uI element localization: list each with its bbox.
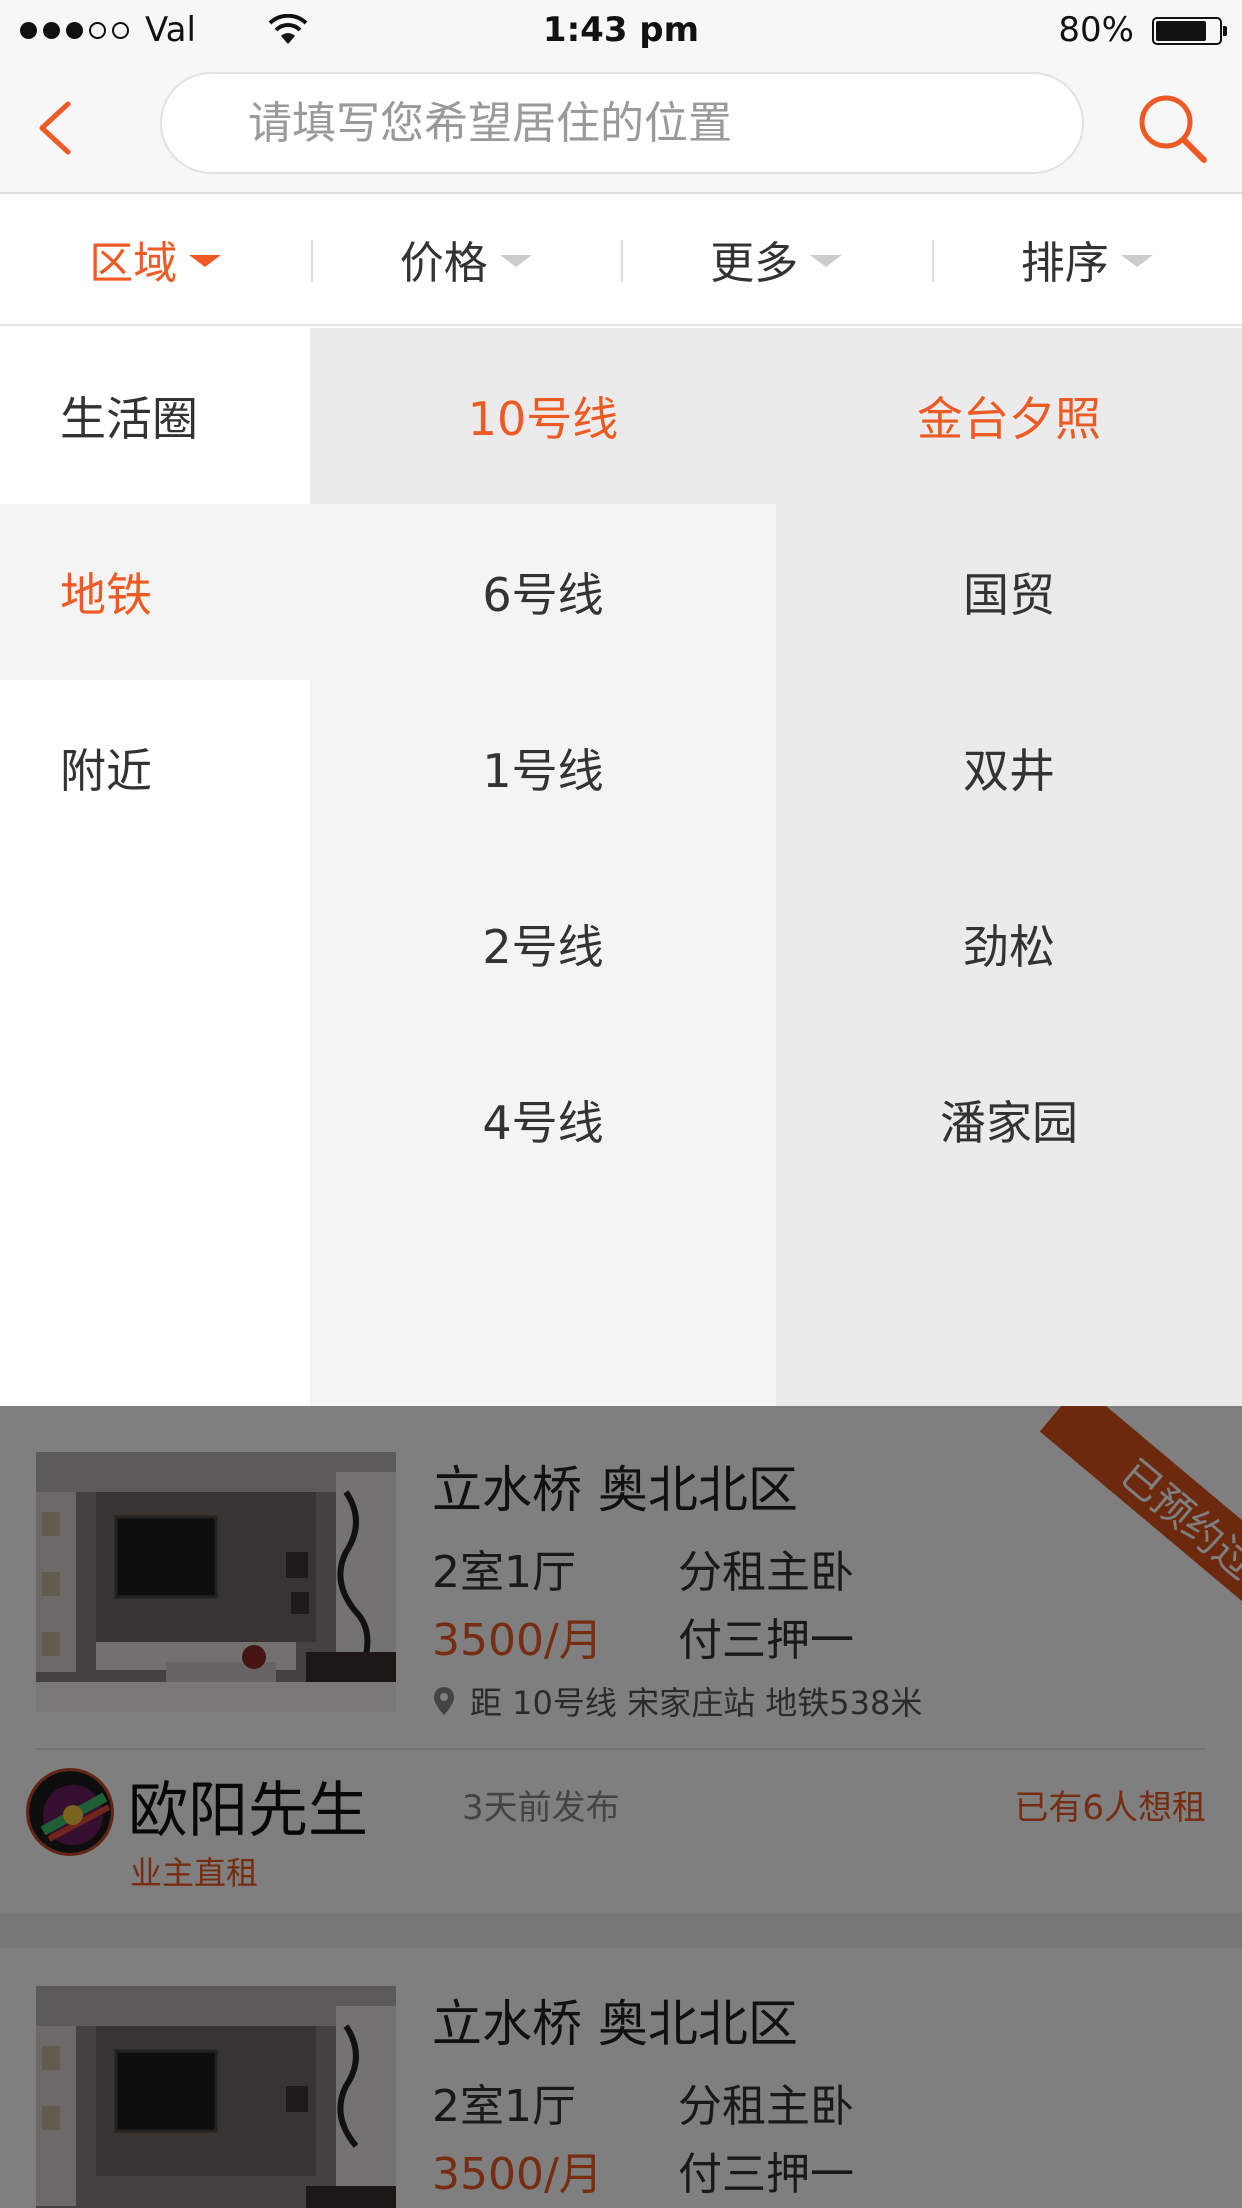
area-dropdown: 生活圈 地铁 附近 10号线 6号线 1号线 2号线 4号线 金台夕照 国贸 双… [0,328,1242,1406]
dropdown-backdrop[interactable] [0,1406,1242,2208]
category-item-subway[interactable]: 地铁 [0,504,310,680]
filter-tab-label: 排序 [1020,238,1109,289]
station-item[interactable]: 潘家园 [776,1032,1242,1208]
search-box[interactable] [160,72,1084,174]
caret-down-icon [1120,255,1153,267]
nav-bar [0,62,1242,194]
line-item[interactable]: 4号线 [310,1032,776,1208]
filter-tab-price[interactable]: 价格 [310,194,622,324]
category-item-life-circle[interactable]: 生活圈 [0,328,310,504]
filter-tab-label: 更多 [710,238,799,289]
station-item[interactable]: 劲松 [776,856,1242,1032]
caret-down-icon [810,255,843,267]
station-item[interactable]: 国贸 [776,504,1242,680]
category-column: 生活圈 地铁 附近 [0,328,310,1406]
status-bar: Val 1:43 pm 80% [0,0,1242,62]
clock: 1:43 pm [542,10,700,50]
category-item-nearby[interactable]: 附近 [0,680,310,856]
filter-tab-area[interactable]: 区域 [0,194,311,324]
line-item[interactable]: 10号线 [310,328,776,504]
station-column: 金台夕照 国贸 双井 劲松 潘家园 [776,328,1242,1406]
filter-tab-label: 区域 [89,238,178,289]
battery-nub [1223,26,1227,36]
chevron-left-icon[interactable] [30,96,80,160]
filter-bar: 区域 价格 更多 排序 [0,194,1242,326]
battery-icon [1152,17,1227,45]
battery-percent: 80% [1058,10,1134,50]
caret-down-icon [499,255,532,267]
filter-tab-sort[interactable]: 排序 [931,194,1242,324]
filter-tab-more[interactable]: 更多 [621,194,932,324]
search-icon[interactable] [1132,88,1212,168]
battery-fill [1156,21,1206,41]
station-item[interactable]: 双井 [776,680,1242,856]
search-input[interactable] [162,74,1082,172]
line-item[interactable]: 2号线 [310,856,776,1032]
filter-tab-label: 价格 [399,238,488,289]
line-item[interactable]: 6号线 [310,504,776,680]
line-column: 10号线 6号线 1号线 2号线 4号线 [310,328,776,1406]
line-item[interactable]: 1号线 [310,680,776,856]
caret-down-icon [189,255,222,267]
station-item[interactable]: 金台夕照 [776,328,1242,504]
